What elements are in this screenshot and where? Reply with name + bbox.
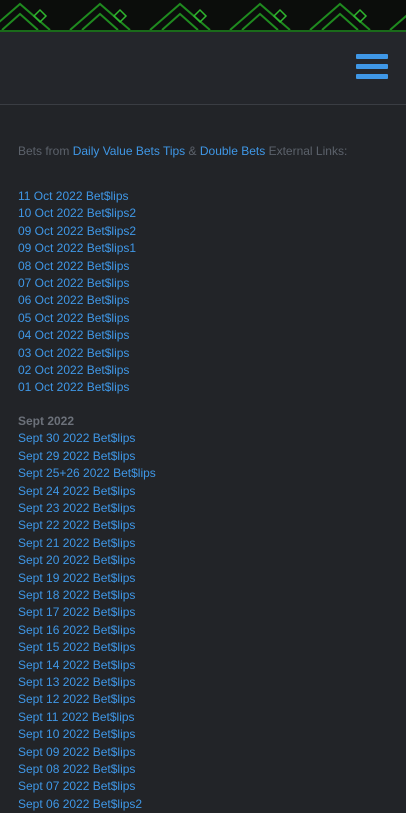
list-item: 07 Oct 2022 Bet$lips [18,275,388,292]
list-item: Sept 12 2022 Bet$lips [18,691,388,708]
betslip-link[interactable]: Sept 10 2022 Bet$lips [18,727,135,741]
betslip-link[interactable]: Sept 30 2022 Bet$lips [18,431,135,445]
list-item: Sept 20 2022 Bet$lips [18,552,388,569]
betslip-link[interactable]: Sept 23 2022 Bet$lips [18,501,135,515]
betslip-link[interactable]: 10 Oct 2022 Bet$lips2 [18,206,136,220]
list-item: Sept 25+26 2022 Bet$lips [18,465,388,482]
betslip-link[interactable]: 03 Oct 2022 Bet$lips [18,346,129,360]
betslip-link[interactable]: Sept 14 2022 Bet$lips [18,658,135,672]
betslip-link[interactable]: 11 Oct 2022 Bet$lips [18,189,129,203]
betslip-link[interactable]: Sept 17 2022 Bet$lips [18,605,135,619]
double-bets-link[interactable]: Double Bets [200,144,265,158]
list-item: Sept 23 2022 Bet$lips [18,500,388,517]
betslip-link[interactable]: Sept 21 2022 Bet$lips [18,536,135,550]
list-item: Sept 08 2022 Bet$lips [18,761,388,778]
list-item: 09 Oct 2022 Bet$lips2 [18,223,388,240]
list-item: Sept 29 2022 Bet$lips [18,448,388,465]
list-item: Sept 18 2022 Bet$lips [18,587,388,604]
list-item: Sept 14 2022 Bet$lips [18,657,388,674]
list-item: Sept 16 2022 Bet$lips [18,622,388,639]
list-item: Sept 06 2022 Bet$lips2 [18,796,388,813]
list-item: Sept 22 2022 Bet$lips [18,517,388,534]
main-content: Bets from Daily Value Bets Tips & Double… [0,105,406,813]
betslip-link[interactable]: Sept 06 2022 Bet$lips2 [18,797,142,811]
betslip-link[interactable]: 07 Oct 2022 Bet$lips [18,276,129,290]
intro-ampersand: & [185,144,200,158]
list-item: 10 Oct 2022 Bet$lips2 [18,205,388,222]
betslip-link[interactable]: 05 Oct 2022 Bet$lips [18,311,129,325]
betslip-link[interactable]: Sept 09 2022 Bet$lips [18,745,135,759]
daily-value-bets-link[interactable]: Daily Value Bets Tips [73,144,186,158]
list-item: Sept 21 2022 Bet$lips [18,535,388,552]
list-item: Sept 24 2022 Bet$lips [18,483,388,500]
betslip-link[interactable]: Sept 19 2022 Bet$lips [18,571,135,585]
betslip-link[interactable]: 04 Oct 2022 Bet$lips [18,328,129,342]
site-header [0,32,406,105]
betslip-link[interactable]: Sept 18 2022 Bet$lips [18,588,135,602]
intro-suffix: External Links: [265,144,348,158]
betslip-link[interactable]: Sept 07 2022 Bet$lips [18,779,135,793]
list-item: Sept 07 2022 Bet$lips [18,778,388,795]
list-item: Sept 17 2022 Bet$lips [18,604,388,621]
betslip-link[interactable]: 08 Oct 2022 Bet$lips [18,259,129,273]
betslip-link[interactable]: Sept 15 2022 Bet$lips [18,640,135,654]
list-item: 04 Oct 2022 Bet$lips [18,327,388,344]
pattern-icon [0,2,406,32]
oct-links-list: 11 Oct 2022 Bet$lips 10 Oct 2022 Bet$lips… [18,188,388,397]
betslip-link[interactable]: Sept 24 2022 Bet$lips [18,484,135,498]
betslip-link[interactable]: 09 Oct 2022 Bet$lips2 [18,224,136,238]
betslip-link[interactable]: 02 Oct 2022 Bet$lips [18,363,129,377]
list-item: Sept 13 2022 Bet$lips [18,674,388,691]
intro-text: Bets from Daily Value Bets Tips & Double… [18,143,388,159]
list-item: 01 Oct 2022 Bet$lips [18,379,388,396]
betslip-link[interactable]: Sept 11 2022 Bet$lips [18,710,135,724]
intro-prefix: Bets from [18,144,73,158]
betslip-link[interactable]: 01 Oct 2022 Bet$lips [18,380,129,394]
betslip-link[interactable]: Sept 20 2022 Bet$lips [18,553,135,567]
decorative-banner [0,0,406,32]
list-item: 05 Oct 2022 Bet$lips [18,310,388,327]
list-item: 11 Oct 2022 Bet$lips [18,188,388,205]
betslip-link[interactable]: Sept 08 2022 Bet$lips [18,762,135,776]
list-item: 09 Oct 2022 Bet$lips1 [18,240,388,257]
list-item: 02 Oct 2022 Bet$lips [18,362,388,379]
list-item: Sept 30 2022 Bet$lips [18,430,388,447]
list-item: 06 Oct 2022 Bet$lips [18,292,388,309]
list-item: Sept 09 2022 Bet$lips [18,744,388,761]
betslip-link[interactable]: Sept 16 2022 Bet$lips [18,623,135,637]
list-item: Sept 15 2022 Bet$lips [18,639,388,656]
list-item: 08 Oct 2022 Bet$lips [18,258,388,275]
betslip-link[interactable]: Sept 22 2022 Bet$lips [18,518,135,532]
betslip-link[interactable]: Sept 25+26 2022 Bet$lips [18,466,156,480]
list-item: Sept 11 2022 Bet$lips [18,709,388,726]
section-title-sept: Sept 2022 [18,413,75,428]
sept-links-list: Sept 30 2022 Bet$lips Sept 29 2022 Bet$li… [18,430,388,813]
betslip-link[interactable]: Sept 13 2022 Bet$lips [18,675,135,689]
list-item: Sept 19 2022 Bet$lips [18,570,388,587]
betslip-link[interactable]: Sept 12 2022 Bet$lips [18,692,135,706]
betslip-link[interactable]: 09 Oct 2022 Bet$lips1 [18,241,136,255]
list-item: 03 Oct 2022 Bet$lips [18,345,388,362]
betslip-link[interactable]: Sept 29 2022 Bet$lips [18,449,135,463]
hamburger-menu-icon[interactable] [356,54,388,80]
list-item: Sept 10 2022 Bet$lips [18,726,388,743]
betslip-link[interactable]: 06 Oct 2022 Bet$lips [18,293,129,307]
